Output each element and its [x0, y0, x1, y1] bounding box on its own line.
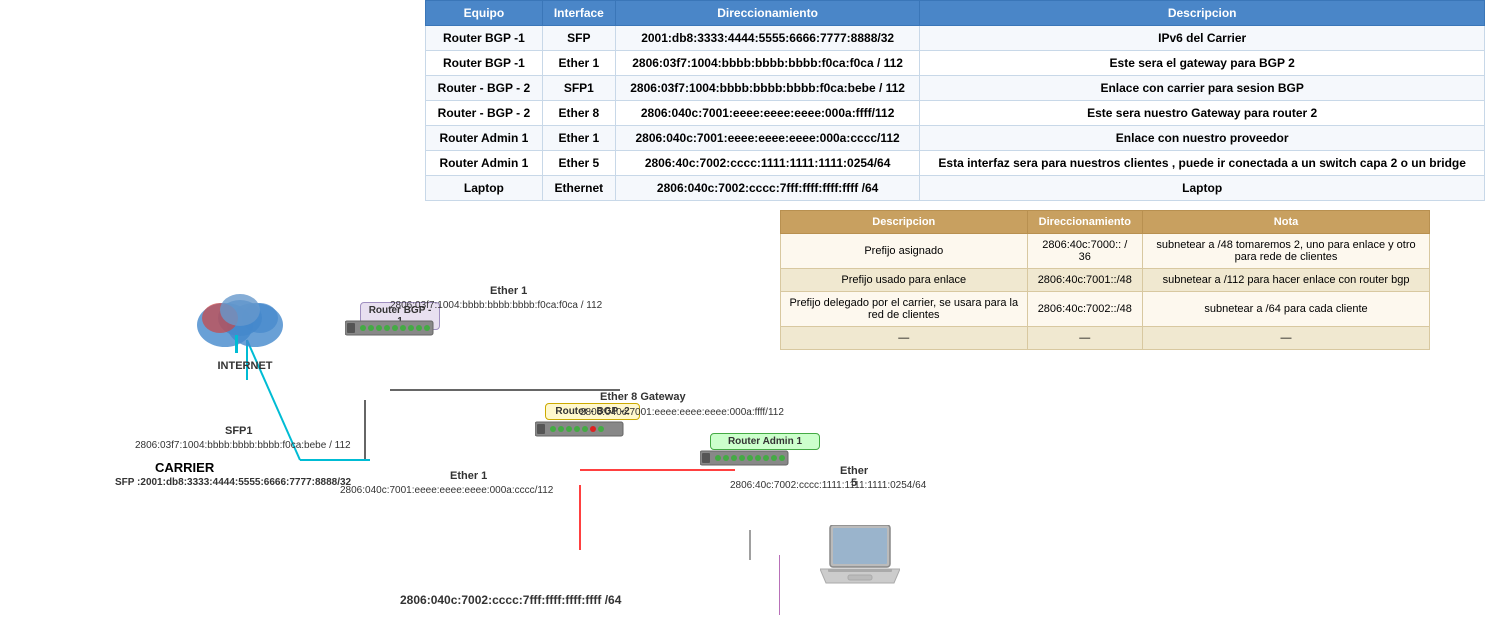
laptop-svg — [820, 525, 900, 590]
ether5-addr: 2806:40c:7002:cccc:1111:1111:1111:0254/6… — [730, 480, 926, 491]
table-cell: SFP1 — [542, 76, 615, 101]
table-cell: Prefijo asignado — [781, 234, 1028, 269]
cloud-svg — [190, 280, 300, 355]
diagram-area: INTERNET CARRIER SFP :2001:db8:3333:4444… — [0, 155, 780, 625]
table-cell: Enlace con nuestro proveedor — [920, 126, 1485, 151]
table-row: Prefijo delegado por el carrier, se usar… — [781, 292, 1430, 327]
table-cell: 2001:db8:3333:4444:5555:6666:7777:8888/3… — [615, 26, 919, 51]
table-cell: 2806:040c:7001:eeee:eeee:eeee:000a:ffff/… — [615, 101, 919, 126]
table-cell: Este sera el gateway para BGP 2 — [920, 51, 1485, 76]
table-cell: 2806:03f7:1004:bbbb:bbbb:bbbb:f0ca:bebe … — [615, 76, 919, 101]
router-admin1-device — [700, 447, 790, 474]
sfp1-label: SFP1 — [225, 425, 253, 437]
table-cell: subnetear a /48 tomaremos 2, uno para en… — [1143, 234, 1430, 269]
table-cell: Prefijo delegado por el carrier, se usar… — [781, 292, 1028, 327]
carrier-address: SFP :2001:db8:3333:4444:5555:6666:7777:8… — [115, 477, 351, 488]
table-cell: subnetear a /112 para hacer enlace con r… — [1143, 269, 1430, 292]
ether1-admin-addr: 2806:040c:7001:eeee:eeee:eeee:000a:cccc/… — [340, 485, 553, 496]
internet-label: INTERNET — [185, 360, 305, 372]
table-cell: Router BGP -1 — [426, 51, 543, 76]
table-cell: Ether 1 — [542, 126, 615, 151]
ether1-admin-label: Ether 1 — [450, 470, 487, 482]
col-direccionamiento: Direccionamiento — [615, 1, 919, 26]
table-cell: Router Admin 1 — [426, 126, 543, 151]
sfp1-addr: 2806:03f7:1004:bbbb:bbbb:bbbb:f0ca:bebe … — [135, 440, 351, 451]
table-cell: Router - BGP - 2 — [426, 101, 543, 126]
col2-descripcion: Descripcion — [781, 211, 1028, 234]
table-cell: Router - BGP - 2 — [426, 76, 543, 101]
table-cell: Laptop — [920, 176, 1485, 201]
table-row: Router BGP -1SFP2001:db8:3333:4444:5555:… — [426, 26, 1485, 51]
ether1-bgp1-addr: 2806:03f7:1004:bbbb:bbbb:bbbb:f0ca:f0ca … — [390, 300, 602, 311]
table-row: Router Admin 1Ether 12806:040c:7001:eeee… — [426, 126, 1485, 151]
table-cell: Router BGP -1 — [426, 26, 543, 51]
table-cell: Esta interfaz sera para nuestros cliente… — [920, 151, 1485, 176]
router-bgp2-device — [535, 418, 625, 445]
connections-svg — [0, 155, 780, 625]
router-bgp1-device — [345, 317, 435, 344]
table-cell: 2806:40c:7001::/48 — [1027, 269, 1142, 292]
table-row: Router - BGP - 2Ether 82806:040c:7001:ee… — [426, 101, 1485, 126]
ether8-addr: 2806:040c:7001:eeee:eeee:eeee:000a:ffff/… — [580, 407, 784, 418]
col-equipo: Equipo — [426, 1, 543, 26]
table-cell: subnetear a /64 para cada cliente — [1143, 292, 1430, 327]
table-cell: — — [781, 327, 1028, 350]
col2-nota: Nota — [1143, 211, 1430, 234]
table-row: Prefijo asignado2806:40c:7000:: / 36subn… — [781, 234, 1430, 269]
table-row: Prefijo usado para enlace2806:40c:7001::… — [781, 269, 1430, 292]
carrier-label: CARRIER — [155, 460, 214, 475]
table-cell: 2806:40c:7002::/48 — [1027, 292, 1142, 327]
table-row: ——— — [781, 327, 1430, 350]
table-cell: Este sera nuestro Gateway para router 2 — [920, 101, 1485, 126]
laptop-addr: 2806:040c:7002:cccc:7fff:ffff:ffff:ffff … — [400, 593, 621, 607]
table-row: Router - BGP - 2SFP12806:03f7:1004:bbbb:… — [426, 76, 1485, 101]
table-cell: Enlace con carrier para sesion BGP — [920, 76, 1485, 101]
table-cell: Prefijo usado para enlace — [781, 269, 1028, 292]
table-cell: SFP — [542, 26, 615, 51]
table-cell: 2806:40c:7000:: / 36 — [1027, 234, 1142, 269]
table-cell: — — [1143, 327, 1430, 350]
col2-direccionamiento: Direccionamiento — [1027, 211, 1142, 234]
internet-cloud: INTERNET — [185, 280, 305, 370]
table-cell: — — [1027, 327, 1142, 350]
table-cell: Ether 1 — [542, 51, 615, 76]
table-cell: Ether 8 — [542, 101, 615, 126]
table-row: Router BGP -1Ether 12806:03f7:1004:bbbb:… — [426, 51, 1485, 76]
col-descripcion: Descripcion — [920, 1, 1485, 26]
col-interface: Interface — [542, 1, 615, 26]
ether8-label: Ether 8 Gateway — [600, 391, 686, 403]
laptop-container — [820, 525, 900, 595]
table-cell: IPv6 del Carrier — [920, 26, 1485, 51]
ether1-bgp1-label: Ether 1 — [490, 285, 527, 297]
table-cell: 2806:03f7:1004:bbbb:bbbb:bbbb:f0ca:f0ca … — [615, 51, 919, 76]
table-cell: 2806:040c:7001:eeee:eeee:eeee:000a:cccc/… — [615, 126, 919, 151]
second-table: Descripcion Direccionamiento Nota Prefij… — [780, 210, 1430, 350]
